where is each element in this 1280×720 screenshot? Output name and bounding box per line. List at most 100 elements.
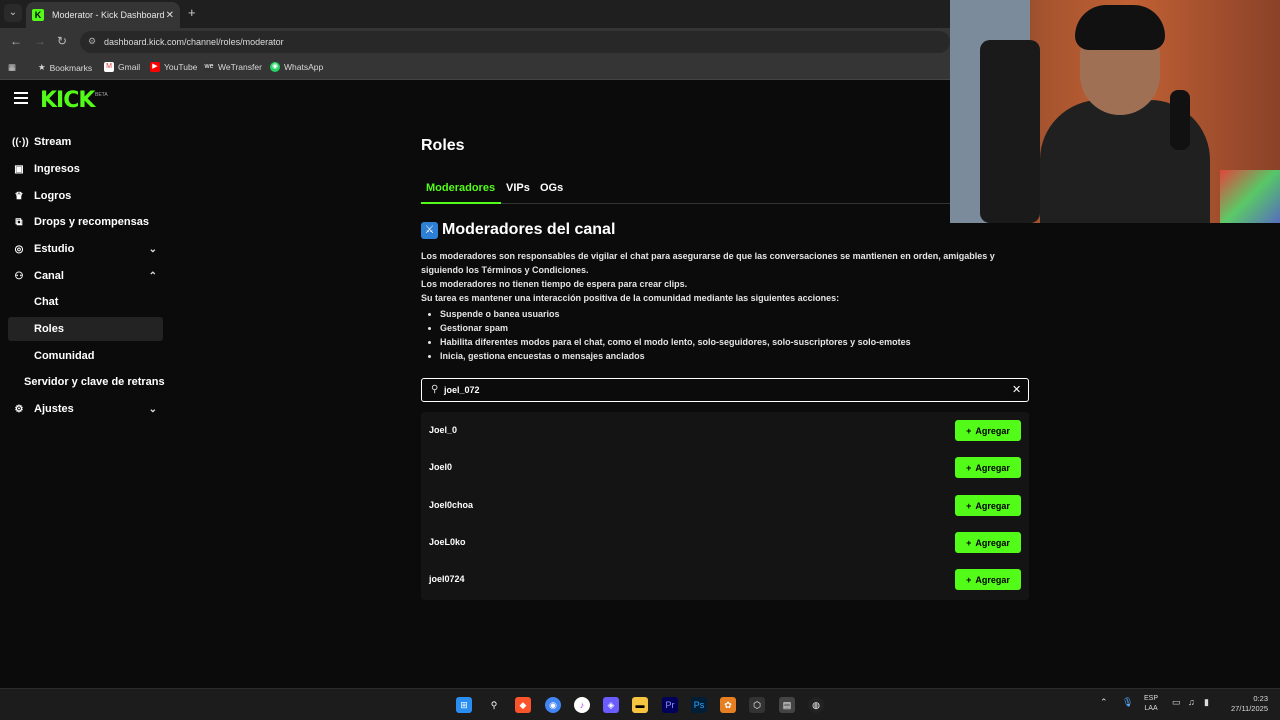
site-info-icon[interactable]: ⚙ [88, 36, 96, 47]
webcam-overlay [950, 0, 1280, 223]
sidebar-item-stream[interactable]: ((·)) Stream [8, 130, 163, 154]
copilot-icon[interactable]: ◈ [603, 697, 619, 713]
beta-badge: BETA [95, 92, 108, 98]
bookmark-youtube[interactable]: ▶ YouTube [150, 62, 197, 72]
reload-icon[interactable]: ↻ [57, 34, 67, 48]
plus-icon: + [966, 425, 972, 436]
plus-icon: + [966, 500, 972, 511]
volume-icon[interactable]: ♫ [1188, 697, 1195, 707]
microphone-icon[interactable]: 🎙 [1122, 697, 1133, 708]
sidebar-item-ingresos[interactable]: ▣ Ingresos [8, 157, 163, 181]
app-icon[interactable]: ⬡ [749, 697, 765, 713]
plus-icon: + [966, 574, 972, 585]
tab-vips[interactable]: VIPs [506, 182, 530, 194]
chevron-down-icon[interactable]: ⌄ [149, 244, 157, 255]
list-item: Suspende o banea usuarios [440, 307, 911, 321]
tab-search-dropdown-icon[interactable]: ⌄ [4, 4, 22, 22]
clear-search-icon[interactable]: ✕ [1012, 383, 1021, 396]
chrome-icon[interactable]: ◉ [545, 697, 561, 713]
list-item: Inicia, gestiona encuestas o mensajes an… [440, 349, 911, 363]
add-moderator-button[interactable]: + Agregar [955, 457, 1021, 478]
tab-close-icon[interactable]: ✕ [166, 10, 174, 21]
list-item: Gestionar spam [440, 321, 911, 335]
fl-studio-icon[interactable]: ✿ [720, 697, 736, 713]
list-item: JoeL0ko + Agregar [421, 524, 1029, 561]
obs-icon[interactable]: ◍ [808, 697, 824, 713]
page-title: Roles [421, 137, 465, 154]
plus-icon: + [966, 537, 972, 548]
star-icon: ★ [38, 62, 46, 72]
battery-icon[interactable]: ▮ [1204, 697, 1209, 708]
clock[interactable]: 0:23 27/11/2025 [1224, 694, 1268, 714]
gmail-icon: M [104, 62, 114, 72]
windows-taskbar: ⊞ ⚲ ◆ ◉ ♪ ◈ ▬ Pr Ps ✿ ⬡ ▤ ◍ ⌃ 🎙 ESP LAA … [0, 688, 1280, 720]
tabs-divider [421, 203, 1033, 204]
trophy-icon: ♛ [14, 190, 24, 202]
chevron-down-icon[interactable]: ⌄ [149, 404, 157, 415]
channel-icon: ⚇ [14, 270, 24, 282]
windows-start-icon[interactable]: ⊞ [456, 697, 472, 713]
sidebar-item-estudio[interactable]: ◎ Estudio ⌄ [8, 237, 163, 261]
kick-logo[interactable]: KICK [40, 88, 95, 113]
add-moderator-button[interactable]: + Agregar [955, 495, 1021, 516]
moderator-actions-list: Suspende o banea usuarios Gestionar spam… [440, 307, 911, 363]
result-username: Joel0choa [429, 500, 474, 510]
apps-grid-icon[interactable]: ▦ [8, 62, 16, 73]
network-icon[interactable]: ▭ [1172, 697, 1181, 708]
gear-icon: ⚙ [14, 403, 24, 415]
bookmark-gmail[interactable]: M Gmail [104, 62, 140, 72]
tray-chevron-up-icon[interactable]: ⌃ [1100, 697, 1108, 708]
url-text: dashboard.kick.com/channel/roles/moderat… [104, 37, 284, 47]
browser-tab-active[interactable]: K Moderator - Kick Dashboard ✕ [26, 2, 180, 28]
wetransfer-icon: we [204, 62, 214, 72]
plus-icon: + [966, 462, 972, 473]
section-description: Los moderadores son responsables de vigi… [421, 251, 995, 303]
result-username: JoeL0ko [429, 537, 466, 547]
search-input[interactable] [421, 378, 1029, 402]
sidebar-item-logros[interactable]: ♛ Logros [8, 184, 163, 208]
photoshop-icon[interactable]: Ps [691, 697, 707, 713]
search-icon: ⚲ [431, 384, 439, 395]
hamburger-menu-icon[interactable] [14, 92, 28, 106]
bookmark-wetransfer[interactable]: we WeTransfer [204, 62, 262, 72]
result-username: joel0724 [429, 574, 465, 584]
youtube-icon: ▶ [150, 62, 160, 72]
sidebar-sub-roles[interactable]: Roles [8, 317, 163, 341]
add-moderator-button[interactable]: + Agregar [955, 532, 1021, 553]
back-arrow-icon[interactable]: ← [10, 34, 22, 48]
language-indicator[interactable]: ESP LAA [1144, 694, 1158, 714]
whatsapp-icon: ◉ [270, 62, 280, 72]
app-icon[interactable]: ▤ [779, 697, 795, 713]
search-icon[interactable]: ⚲ [486, 697, 502, 713]
money-icon: ▣ [14, 163, 24, 175]
premiere-icon[interactable]: Pr [662, 697, 678, 713]
tab-moderadores[interactable]: Moderadores [426, 182, 495, 194]
sidebar-item-ajustes[interactable]: ⚙ Ajustes ⌄ [8, 397, 163, 421]
bookmark-whatsapp[interactable]: ◉ WhatsApp [270, 62, 323, 72]
sidebar-sub-chat[interactable]: Chat [8, 290, 163, 314]
tab-ogs[interactable]: OGs [540, 182, 563, 194]
sidebar-item-drops[interactable]: ⧉ Drops y recompensas [8, 210, 163, 234]
list-item: Joel_0 + Agregar [421, 412, 1029, 449]
folder-icon[interactable]: ▬ [632, 697, 648, 713]
sidebar-sub-comunidad[interactable]: Comunidad [8, 344, 163, 368]
itunes-icon[interactable]: ♪ [574, 697, 590, 713]
new-tab-icon[interactable]: + [188, 5, 196, 20]
sidebar-item-canal[interactable]: ⚇ Canal ⌃ [8, 264, 163, 288]
bookmark-bookmarks[interactable]: ★ Bookmarks [38, 62, 92, 73]
list-item: Joel0 + Agregar [421, 449, 1029, 486]
kick-favicon-icon: K [32, 9, 44, 21]
gift-icon: ⧉ [15, 216, 23, 228]
chevron-up-icon[interactable]: ⌃ [149, 271, 157, 282]
broadcast-icon: ((·)) [12, 136, 29, 148]
sidebar-sub-servidor[interactable]: Servidor y clave de retrans [8, 370, 188, 394]
forward-arrow-icon[interactable]: → [34, 34, 46, 48]
active-tab-indicator [421, 202, 501, 204]
microphone-icon [1170, 90, 1190, 150]
section-title: Moderadores del canal [442, 221, 616, 238]
brave-icon[interactable]: ◆ [515, 697, 531, 713]
search-value[interactable]: joel_072 [444, 385, 480, 395]
add-moderator-button[interactable]: + Agregar [955, 569, 1021, 590]
list-item: Habilita diferentes modos para el chat, … [440, 335, 911, 349]
add-moderator-button[interactable]: + Agregar [955, 420, 1021, 441]
